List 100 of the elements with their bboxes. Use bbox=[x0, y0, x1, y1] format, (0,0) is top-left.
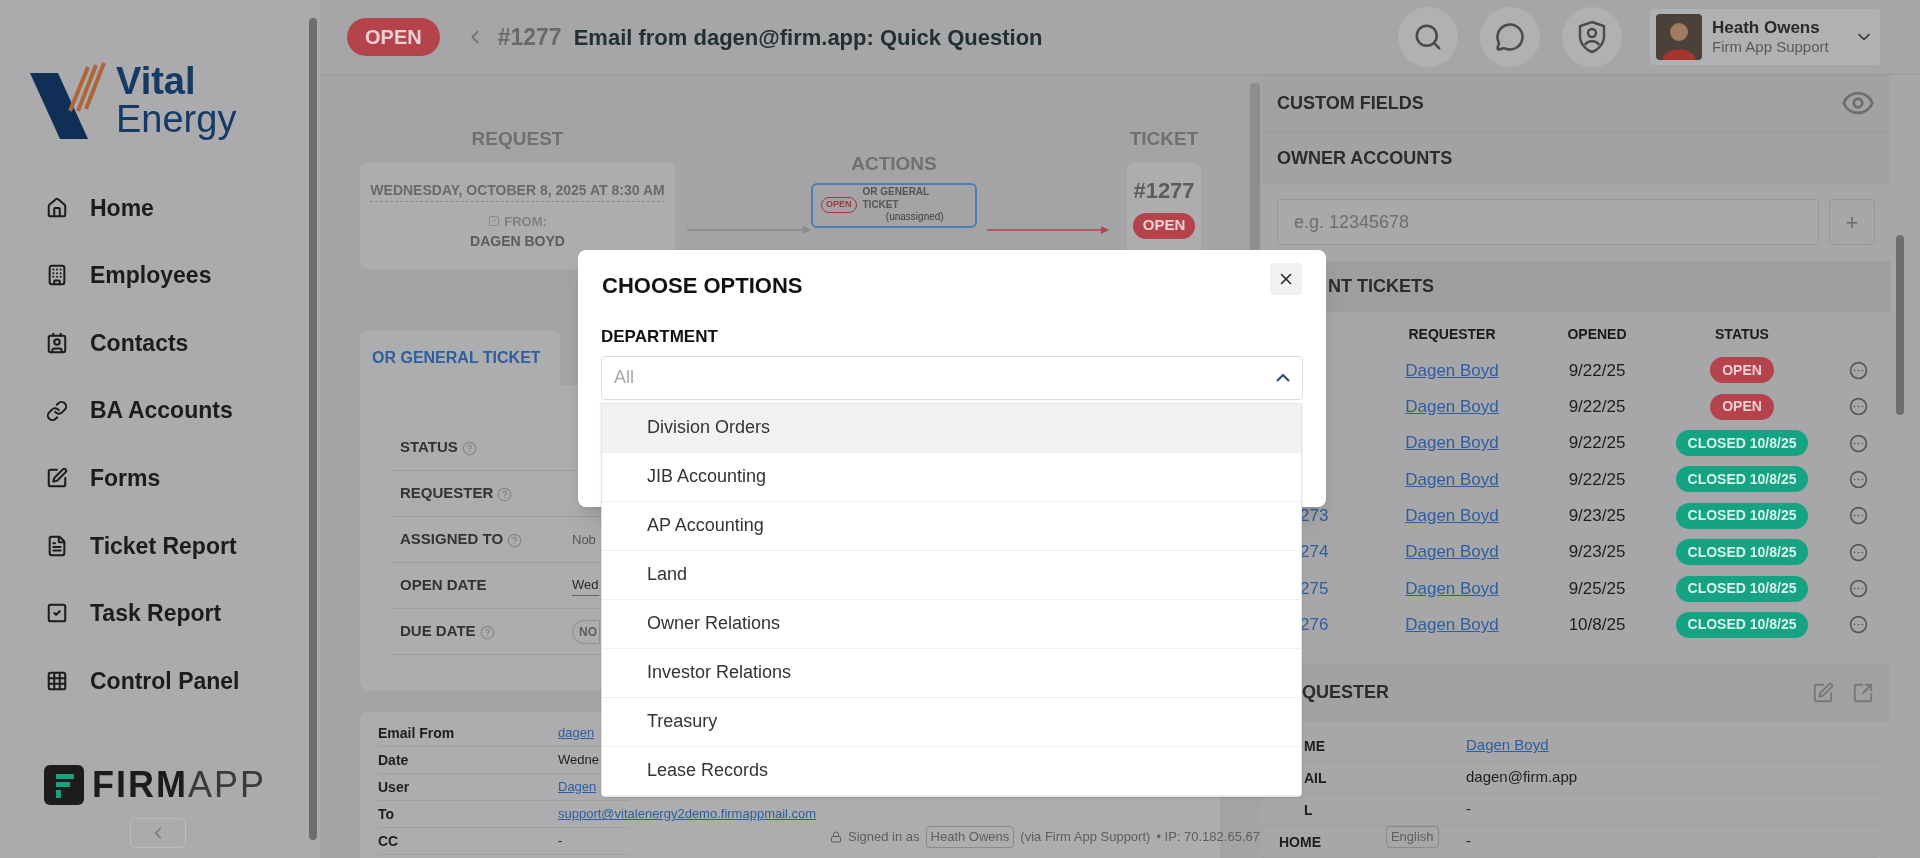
detail-label: L bbox=[1304, 801, 1313, 818]
section-title: OWNER ACCOUNTS bbox=[1277, 146, 1453, 170]
requester-link[interactable]: Dagen Boyd bbox=[1372, 357, 1532, 384]
scrollbar[interactable] bbox=[309, 18, 317, 840]
email-label: To bbox=[378, 804, 396, 824]
ticket-number: #1277 bbox=[497, 22, 562, 52]
more-icon[interactable] bbox=[1849, 397, 1868, 417]
requester-link[interactable]: Dagen Boyd bbox=[1372, 612, 1532, 638]
action-card[interactable]: OPEN OR GENERAL TICKET (unassigned) bbox=[811, 182, 977, 228]
dropdown-option[interactable]: Division Orders bbox=[602, 403, 1301, 453]
requester-link[interactable]: Dagen Boyd bbox=[1372, 394, 1532, 420]
field-label: ASSIGNED TO bbox=[390, 528, 550, 551]
nav-icon bbox=[46, 264, 68, 287]
status-badge: CLOSED 10/8/25 bbox=[1675, 611, 1809, 638]
edit-icon[interactable] bbox=[1812, 681, 1834, 704]
search-icon bbox=[1413, 22, 1443, 52]
detail-value: dagen@firm.app bbox=[1466, 767, 1578, 788]
status-badge: OPEN bbox=[1710, 357, 1774, 384]
dropdown-option[interactable]: JIB Accounting bbox=[602, 452, 1301, 502]
detail-link[interactable]: Dagen Boyd bbox=[1466, 734, 1549, 757]
more-icon[interactable] bbox=[1849, 360, 1868, 380]
status-badge: CLOSED 10/8/25 bbox=[1675, 430, 1809, 457]
section-title: CUSTOM FIELDS bbox=[1277, 91, 1424, 115]
status-badge: OPEN bbox=[1132, 212, 1196, 239]
requester-link[interactable]: Dagen Boyd bbox=[1372, 575, 1532, 602]
status-badge: CLOSED 10/8/25 bbox=[1675, 466, 1809, 493]
detail-value: - bbox=[1466, 799, 1471, 820]
requester-link[interactable]: Dagen Boyd bbox=[1372, 539, 1532, 565]
field-value[interactable]: Nob bbox=[572, 529, 596, 550]
nav-icon bbox=[46, 602, 68, 625]
nav-icon bbox=[46, 332, 68, 354]
tab[interactable]: OR GENERAL TICKET bbox=[360, 330, 560, 385]
email-label: CC bbox=[378, 831, 400, 851]
add-button[interactable]: + bbox=[1829, 199, 1875, 246]
dropdown-option[interactable]: Investor Relations bbox=[602, 648, 1301, 698]
select-placeholder: All bbox=[614, 366, 634, 389]
column-header: STATUS bbox=[1714, 325, 1770, 344]
status-badge: OPEN bbox=[1710, 393, 1774, 420]
nav-item[interactable]: Employees bbox=[0, 241, 309, 310]
field-label: DEPARTMENT bbox=[601, 327, 718, 346]
nav-icon bbox=[46, 196, 68, 219]
ticket-link[interactable]: 273 bbox=[1300, 506, 1329, 526]
lock-icon bbox=[830, 830, 842, 843]
more-icon[interactable] bbox=[1849, 469, 1868, 489]
ticket-link[interactable]: 274 bbox=[1300, 542, 1329, 562]
requester-link[interactable]: Dagen Boyd bbox=[1372, 503, 1532, 529]
close-button[interactable] bbox=[1270, 263, 1302, 295]
ticket-number: #1277 bbox=[1133, 176, 1195, 205]
detail-label: HOME bbox=[1279, 833, 1321, 850]
user-menu[interactable]: Heath Owens Firm App Support bbox=[1650, 9, 1880, 65]
requester-link[interactable]: Dagen Boyd bbox=[1372, 466, 1532, 493]
opened-date: 9/22/25 bbox=[1567, 432, 1627, 455]
dropdown-option[interactable]: Treasury bbox=[602, 697, 1301, 747]
dropdown-option[interactable]: Owner Relations bbox=[602, 599, 1301, 649]
scrollbar[interactable] bbox=[1896, 235, 1904, 415]
more-icon[interactable] bbox=[1849, 506, 1868, 526]
dropdown-option[interactable]: AP Accounting bbox=[602, 501, 1301, 551]
field-label: REQUESTER bbox=[390, 482, 550, 505]
brand-text: FIRMAPP bbox=[92, 763, 267, 807]
detail-label: AIL bbox=[1304, 769, 1327, 786]
user-name: Heath Owens bbox=[1712, 17, 1821, 39]
nav-item[interactable]: Task Report bbox=[0, 579, 309, 648]
more-icon[interactable] bbox=[1849, 615, 1868, 635]
open-external-icon[interactable] bbox=[1852, 681, 1874, 704]
nav-item[interactable]: BA Accounts bbox=[0, 376, 309, 445]
nav-item[interactable]: Contacts bbox=[0, 309, 309, 377]
email-link[interactable]: support@vitalenergy2demo.firmappmail.com bbox=[558, 804, 817, 824]
field-value[interactable]: Wed bbox=[572, 575, 599, 596]
nav-item[interactable]: Ticket Report bbox=[0, 511, 309, 580]
avatar-icon bbox=[1656, 14, 1702, 60]
help-icon bbox=[507, 532, 523, 548]
dropdown-option[interactable]: Lease Records bbox=[602, 746, 1301, 796]
more-icon[interactable] bbox=[1849, 542, 1868, 562]
dropdown-option[interactable]: Land bbox=[602, 550, 1301, 600]
status-badge: CLOSED 10/8/25 bbox=[1675, 539, 1809, 566]
section-title: QUESTER bbox=[1302, 681, 1389, 705]
section-title: NT TICKETS bbox=[1328, 274, 1434, 298]
email-value: Wedne bbox=[558, 751, 599, 770]
from-name: DAGEN BOYD bbox=[470, 232, 565, 251]
nav-icon bbox=[46, 534, 68, 557]
nav-item[interactable]: Control Panel bbox=[0, 647, 309, 715]
opened-date: 9/25/25 bbox=[1567, 577, 1627, 600]
brand-logo-icon bbox=[44, 765, 84, 805]
nav-item[interactable]: Forms bbox=[0, 444, 309, 512]
dialog-title: CHOOSE OPTIONS bbox=[602, 271, 803, 300]
opened-date: 9/22/25 bbox=[1567, 468, 1627, 491]
signed-in-label: Signed in as bbox=[848, 828, 920, 846]
opened-date: 9/23/25 bbox=[1567, 505, 1627, 528]
user-role: Firm App Support bbox=[1712, 38, 1829, 57]
more-icon[interactable] bbox=[1849, 579, 1868, 599]
nav-icon bbox=[46, 669, 68, 692]
requester-link[interactable]: Dagen Boyd bbox=[1372, 430, 1532, 456]
more-icon[interactable] bbox=[1849, 433, 1868, 453]
ticket-link[interactable]: 276 bbox=[1300, 615, 1329, 635]
opened-date: 10/8/25 bbox=[1567, 614, 1627, 637]
email-link[interactable]: dagen bbox=[558, 723, 595, 743]
ticket-link[interactable]: 275 bbox=[1300, 578, 1329, 598]
email-link[interactable]: Dagen bbox=[558, 777, 597, 797]
nav-item[interactable]: Home bbox=[0, 174, 309, 242]
account-input[interactable]: e.g. 12345678 bbox=[1277, 199, 1819, 246]
